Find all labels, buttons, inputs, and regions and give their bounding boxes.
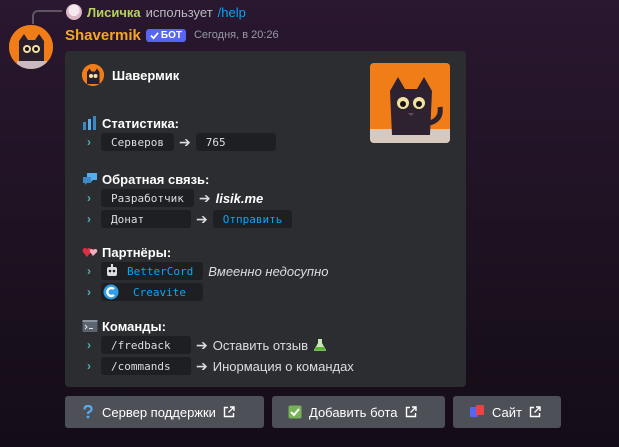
arrow-right-icon: ➔ <box>196 210 208 227</box>
chevron-right-icon: › <box>87 212 91 226</box>
bot-username[interactable]: Shavermik <box>65 27 141 44</box>
field-commands-title-text: Команды: <box>102 318 166 334</box>
chevron-right-icon: › <box>87 359 91 373</box>
list-item: › Creavite <box>82 282 328 302</box>
site-icon <box>470 405 484 417</box>
list-item: › Серверов ➔ 765 <box>82 132 276 152</box>
list-item: › BetterCord Вмеенно недосупно <box>82 261 328 281</box>
bettercord-icon <box>107 264 117 276</box>
check-box-icon <box>288 405 302 419</box>
reply-action: использует <box>145 4 213 20</box>
partner-bettercord[interactable]: BetterCord <box>101 262 204 280</box>
field-partners-title-text: Партнёры: <box>102 244 172 260</box>
embed-author: Шавермик <box>82 64 179 86</box>
reply-connector <box>32 10 62 24</box>
support-server-label: Сервер поддержки <box>102 404 216 420</box>
field-feedback-title-text: Обратная связь: <box>102 171 210 187</box>
servers-count: 765 <box>195 133 276 151</box>
command-feedback: /fredback <box>101 336 191 354</box>
donate-link[interactable]: Отправить <box>212 210 293 228</box>
reply-command[interactable]: /help <box>218 5 246 20</box>
speech-bubbles-icon <box>83 173 97 185</box>
add-bot-label: Добавить бота <box>309 404 398 420</box>
arrow-right-icon: ➔ <box>196 357 208 374</box>
cat-thumbnail-icon <box>370 63 450 143</box>
message-timestamp[interactable]: Сегодня, в 20:26 <box>194 29 279 41</box>
site-button[interactable]: Сайт <box>453 396 561 428</box>
field-stats: Статистика: › Серверов ➔ 765 <box>82 115 276 152</box>
site-label: Сайт <box>492 404 522 420</box>
external-link-icon <box>529 406 541 418</box>
list-item: › Разработчик ➔ lisik.me <box>82 188 292 208</box>
bar-chart-icon <box>83 116 96 130</box>
embed-thumbnail[interactable] <box>370 63 450 143</box>
chevron-right-icon: › <box>87 264 91 278</box>
embed-author-name: Шавермик <box>112 67 180 83</box>
partner-bettercord-label: BetterCord <box>127 264 194 278</box>
cat-avatar-icon <box>9 25 53 69</box>
field-partners-title: Партнёры: <box>82 244 328 260</box>
command-commands-desc: Инормация о командах <box>212 358 354 374</box>
chevron-right-icon: › <box>87 135 91 149</box>
cat-icon <box>82 64 104 86</box>
list-item: › /fredback ➔ Оставить отзыв <box>82 335 354 355</box>
arrow-right-icon: ➔ <box>178 133 191 150</box>
arrow-right-icon: ➔ <box>196 336 208 353</box>
external-link-icon <box>405 406 417 418</box>
question-icon <box>83 405 93 419</box>
developer-label: Разработчик <box>101 189 194 207</box>
embed-author-icon <box>82 64 104 86</box>
field-feedback: Обратная связь: › Разработчик ➔ lisik.me… <box>82 171 293 229</box>
creavite-icon <box>103 284 119 300</box>
field-partners: Партнёры: › BetterCord Вмеенно недосупно… <box>82 244 328 302</box>
command-commands: /commands <box>101 357 191 375</box>
partner-bettercord-note: Вмеенно недосупно <box>208 263 329 279</box>
terminal-icon <box>82 320 98 332</box>
button-row: Сервер поддержки Добавить бота Сайт <box>65 396 561 428</box>
support-server-button[interactable]: Сервер поддержки <box>65 396 264 428</box>
chevron-right-icon: › <box>87 285 91 299</box>
embed: Шавермик Статистика: › Серверов ➔ 765 Об… <box>65 51 466 387</box>
add-bot-button[interactable]: Добавить бота <box>272 396 445 428</box>
flask-icon <box>314 339 326 351</box>
chevron-right-icon: › <box>87 338 91 352</box>
servers-label: Серверов <box>101 133 174 151</box>
list-item: › Донат ➔ Отправить <box>82 209 293 229</box>
command-feedback-desc: Оставить отзыв <box>212 337 308 353</box>
reply-username[interactable]: Лисичка <box>87 5 141 20</box>
field-commands: Команды: › /fredback ➔ Оставить отзыв › … <box>82 318 354 376</box>
donate-label: Донат <box>101 210 191 228</box>
developer-value: lisik.me <box>215 190 264 206</box>
list-item: › /commands ➔ Инормация о командах <box>82 356 354 376</box>
hearts-icon <box>82 248 98 257</box>
bot-tag: БОТ <box>145 28 186 42</box>
external-link-icon <box>223 406 235 418</box>
avatar[interactable] <box>9 25 53 69</box>
field-commands-title: Команды: <box>82 318 354 334</box>
message-header: Shavermik БОТ Сегодня, в 20:26 <box>65 25 279 45</box>
reply-context[interactable]: Лисичка использует /help <box>66 3 246 21</box>
reply-avatar[interactable] <box>66 4 82 20</box>
field-feedback-title: Обратная связь: <box>82 171 292 187</box>
arrow-right-icon: ➔ <box>198 189 211 206</box>
partner-creavite[interactable]: Creavite <box>101 283 203 301</box>
bot-tag-label: БОТ <box>160 29 182 41</box>
chevron-right-icon: › <box>87 191 91 205</box>
checkmark-icon <box>150 31 159 40</box>
field-stats-title-text: Статистика: <box>102 115 179 131</box>
partner-creavite-label: Creavite <box>133 285 186 299</box>
field-stats-title: Статистика: <box>82 115 276 131</box>
